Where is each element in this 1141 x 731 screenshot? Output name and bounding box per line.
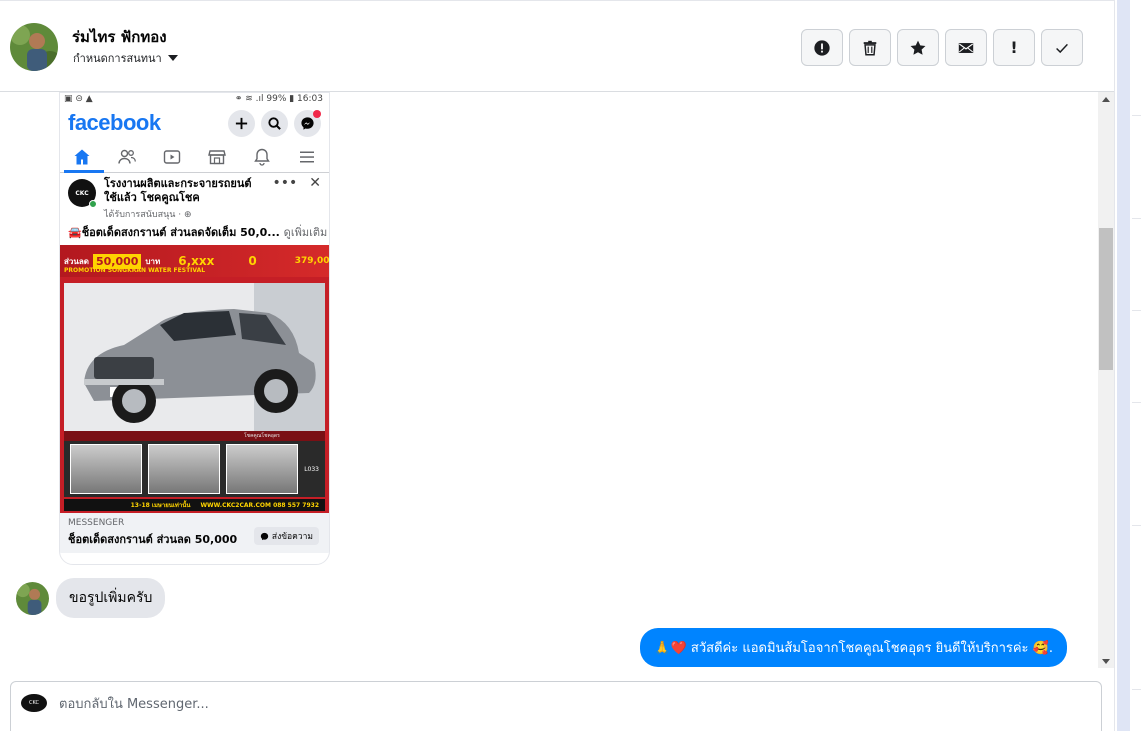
alert-circle-icon xyxy=(814,39,830,56)
incoming-message-bubble[interactable]: ขอรูปเพิ่มครับ xyxy=(56,578,166,618)
scroll-up-arrow-icon[interactable] xyxy=(1102,97,1110,102)
phone-status-bar: ▣ ⊝ ▲ ⚭ ≋ .ıl 99% ▮ 16:03 xyxy=(60,93,329,105)
reply-input[interactable] xyxy=(59,692,959,716)
ad-text: 🚘ช็อตเด็ดสงกรานต์ ส่วนลดจัดเต็ม 50,0... xyxy=(68,226,280,239)
ad-footer: 13-18 เมษายนเท่านั้น WWW.CKC2CAR.COM 088… xyxy=(64,499,325,511)
marketplace-icon xyxy=(207,149,226,164)
ad-car-image: ส่วนลด 50,000 บาท 6,xxx 0 379,000- PROMO… xyxy=(60,245,329,513)
thread-scrollbar[interactable] xyxy=(1098,92,1114,668)
promo-songkran: PROMOTION SONGKRAN WATER FESTIVAL xyxy=(64,267,206,274)
fb-nav-bar xyxy=(60,141,329,173)
friends-icon xyxy=(118,149,137,164)
page-name: โรงงานผลิตและกระจายรถยนต์ใช้แล้ว โชคคูณโ… xyxy=(104,177,252,204)
caret-down-icon xyxy=(167,55,178,61)
exclamation-icon: ! xyxy=(1010,38,1018,57)
home-icon xyxy=(74,149,90,164)
right-side-panel xyxy=(1114,0,1141,731)
footer-site: WWW.CKC2CAR.COM 088 557 7932 xyxy=(200,501,319,509)
facebook-logo: facebook xyxy=(68,110,161,135)
messenger-icon xyxy=(294,109,321,137)
page-avatar-composer: CKC xyxy=(21,694,47,712)
incoming-message-row: ขอรูปเพิ่มครับ xyxy=(16,578,166,618)
conversation-header: ร่มไทร ฟักทอง กำหนดการสนทนา ! xyxy=(0,3,1114,92)
side-divider xyxy=(1132,310,1141,311)
promo-price: 379,000- xyxy=(294,256,329,266)
scroll-down-arrow-icon[interactable] xyxy=(1102,659,1110,664)
fb-app-header: facebook xyxy=(60,105,329,141)
car-photo xyxy=(64,283,325,431)
messenger-icon xyxy=(260,532,269,540)
star-icon xyxy=(910,40,926,55)
search-icon xyxy=(261,109,288,137)
check-icon xyxy=(1056,43,1068,53)
promo-down-payment: 0 xyxy=(248,254,257,268)
send-message-button: ส่งข้อความ xyxy=(253,527,319,545)
send-button-label: ส่งข้อความ xyxy=(271,532,313,542)
promo-installment: 6,xxx xyxy=(178,254,215,268)
page-avatar: CKC xyxy=(68,179,97,208)
side-divider xyxy=(1132,115,1141,116)
ad-post-header: CKC โรงงานผลิตและกระจายรถยนต์ใช้แล้ว โชค… xyxy=(60,173,329,220)
envelope-icon xyxy=(958,42,974,53)
car-thumbnail xyxy=(226,444,299,494)
assign-conversation-dropdown[interactable]: กำหนดการสนทนา xyxy=(73,49,178,67)
watch-icon xyxy=(163,149,181,164)
mark-spam-button[interactable] xyxy=(801,29,843,66)
side-divider xyxy=(1132,525,1141,526)
car-thumbnail xyxy=(148,444,221,494)
see-more-link: ดูเพิ่มเติม xyxy=(283,226,328,239)
promo-discount-unit: บาท xyxy=(145,256,161,266)
status-left: ▣ ⊝ ▲ xyxy=(64,94,93,104)
sponsored-label: ได้รับการสนับสนุน · ⊕ xyxy=(104,210,192,220)
close-icon: ✕ xyxy=(309,175,321,191)
plus-icon xyxy=(228,109,255,137)
side-panel-strip xyxy=(1117,0,1130,731)
delete-button[interactable] xyxy=(849,29,891,66)
lot-tag: L033 xyxy=(304,465,319,473)
contact-avatar-small[interactable] xyxy=(16,581,49,615)
follow-up-button[interactable]: ! xyxy=(993,29,1035,66)
assign-label: กำหนดการสนทนา xyxy=(73,52,162,65)
notification-badge xyxy=(313,109,321,118)
conversation-toolbar: ! xyxy=(801,29,1083,66)
reply-composer[interactable]: CKC xyxy=(10,681,1102,731)
dealer-name: โชคคูณโชคอุดร xyxy=(244,433,280,439)
side-divider xyxy=(1132,218,1141,219)
shared-screenshot-image[interactable]: ▣ ⊝ ▲ ⚭ ≋ .ıl 99% ▮ 16:03 facebook CKC โ… xyxy=(59,92,330,565)
promo-discount-label: ส่วนลด xyxy=(64,256,89,266)
menu-icon xyxy=(299,151,314,162)
messenger-cta: MESSENGER ช็อตเด็ดสงกรานต์ ส่วนลด 50,000… xyxy=(60,513,329,553)
mark-done-button[interactable] xyxy=(1041,29,1083,66)
messenger-inbox: ร่มไทร ฟักทอง กำหนดการสนทนา ! ▣ ⊝ ▲ ⚭ ≋ … xyxy=(0,0,1141,731)
mark-unread-button[interactable] xyxy=(945,29,987,66)
ad-post-text: 🚘ช็อตเด็ดสงกรานต์ ส่วนลดจัดเต็ม 50,0... … xyxy=(60,219,329,241)
footer-dates: 13-18 เมษายนเท่านั้น xyxy=(130,502,191,509)
outgoing-message-row: 🙏❤️ สวัสดีค่ะ แอดมินส้มโอจากโชคคูณโชคอุด… xyxy=(640,628,1067,667)
online-dot xyxy=(89,200,97,208)
side-divider xyxy=(1132,402,1141,403)
star-button[interactable] xyxy=(897,29,939,66)
dealer-tag: โชคคูณโชคอุดร xyxy=(64,431,325,441)
bell-icon xyxy=(253,148,270,166)
side-divider xyxy=(1132,689,1141,690)
status-right: ⚭ ≋ .ıl 99% ▮ 16:03 xyxy=(234,94,323,104)
outgoing-message-bubble[interactable]: 🙏❤️ สวัสดีค่ะ แอดมินส้มโอจากโชคคูณโชคอุด… xyxy=(640,628,1067,667)
more-options-icon: ••• xyxy=(272,175,298,191)
scroll-thumb[interactable] xyxy=(1099,228,1113,370)
trash-icon xyxy=(863,40,877,55)
message-thread[interactable]: ▣ ⊝ ▲ ⚭ ≋ .ıl 99% ▮ 16:03 facebook CKC โ… xyxy=(0,92,1098,668)
car-thumbnails: L033 xyxy=(64,441,325,497)
contact-avatar[interactable] xyxy=(10,23,58,71)
contact-name[interactable]: ร่มไทร ฟักทอง xyxy=(72,25,167,49)
car-thumbnail xyxy=(70,444,143,494)
